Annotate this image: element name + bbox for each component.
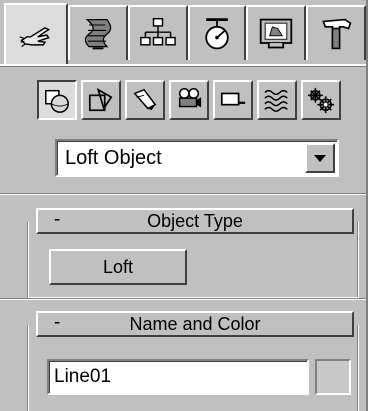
utilities-hammer-icon bbox=[322, 18, 352, 49]
space-warps-button[interactable] bbox=[257, 80, 297, 120]
geometry-sphere-icon bbox=[45, 89, 69, 113]
section-divider-highlight bbox=[0, 194, 366, 195]
category-dropdown[interactable]: Loft Object bbox=[55, 139, 339, 177]
object-name-field[interactable] bbox=[47, 359, 309, 395]
shapes-button[interactable] bbox=[81, 80, 121, 120]
rollout-title: Name and Color bbox=[129, 314, 261, 334]
category-dropdown-value: Loft Object bbox=[65, 147, 162, 169]
display-monitor-icon bbox=[259, 18, 293, 48]
tab-display[interactable] bbox=[246, 5, 306, 60]
hierarchy-tree-icon bbox=[140, 17, 176, 46]
systems-gears-icon bbox=[307, 87, 335, 114]
object-type-rollout-header[interactable]: - Object Type bbox=[36, 208, 354, 234]
object-color-swatch[interactable] bbox=[315, 359, 351, 395]
rollout-title: Object Type bbox=[147, 211, 243, 231]
motion-wheel-icon bbox=[205, 17, 229, 49]
geometry-button[interactable] bbox=[37, 80, 77, 120]
tab-hierarchy[interactable] bbox=[128, 5, 188, 60]
helpers-tape-icon bbox=[220, 92, 246, 106]
tab-motion[interactable] bbox=[188, 5, 246, 60]
modify-bend-icon bbox=[84, 18, 112, 49]
space-warps-icon bbox=[264, 89, 288, 112]
loft-button[interactable]: Loft bbox=[49, 249, 187, 285]
create-hand-icon bbox=[19, 26, 51, 48]
name-and-color-rollout-header[interactable]: - Name and Color bbox=[36, 311, 354, 337]
tab-divider-shadow bbox=[0, 66, 366, 67]
panel-right-edge bbox=[366, 0, 368, 411]
tab-utilities[interactable] bbox=[306, 5, 366, 60]
cameras-button[interactable] bbox=[169, 80, 209, 120]
systems-button[interactable] bbox=[301, 80, 341, 120]
helpers-button[interactable] bbox=[213, 80, 253, 120]
dropdown-arrow-button[interactable] bbox=[305, 143, 335, 173]
section-divider-highlight bbox=[0, 299, 366, 300]
lights-button[interactable] bbox=[125, 80, 165, 120]
shapes-icon bbox=[88, 87, 113, 112]
tab-modify[interactable] bbox=[68, 5, 128, 60]
lights-spotlight-icon bbox=[133, 88, 157, 111]
tab-create[interactable] bbox=[4, 3, 68, 65]
chevron-down-icon bbox=[314, 154, 326, 162]
cameras-icon bbox=[178, 88, 202, 108]
